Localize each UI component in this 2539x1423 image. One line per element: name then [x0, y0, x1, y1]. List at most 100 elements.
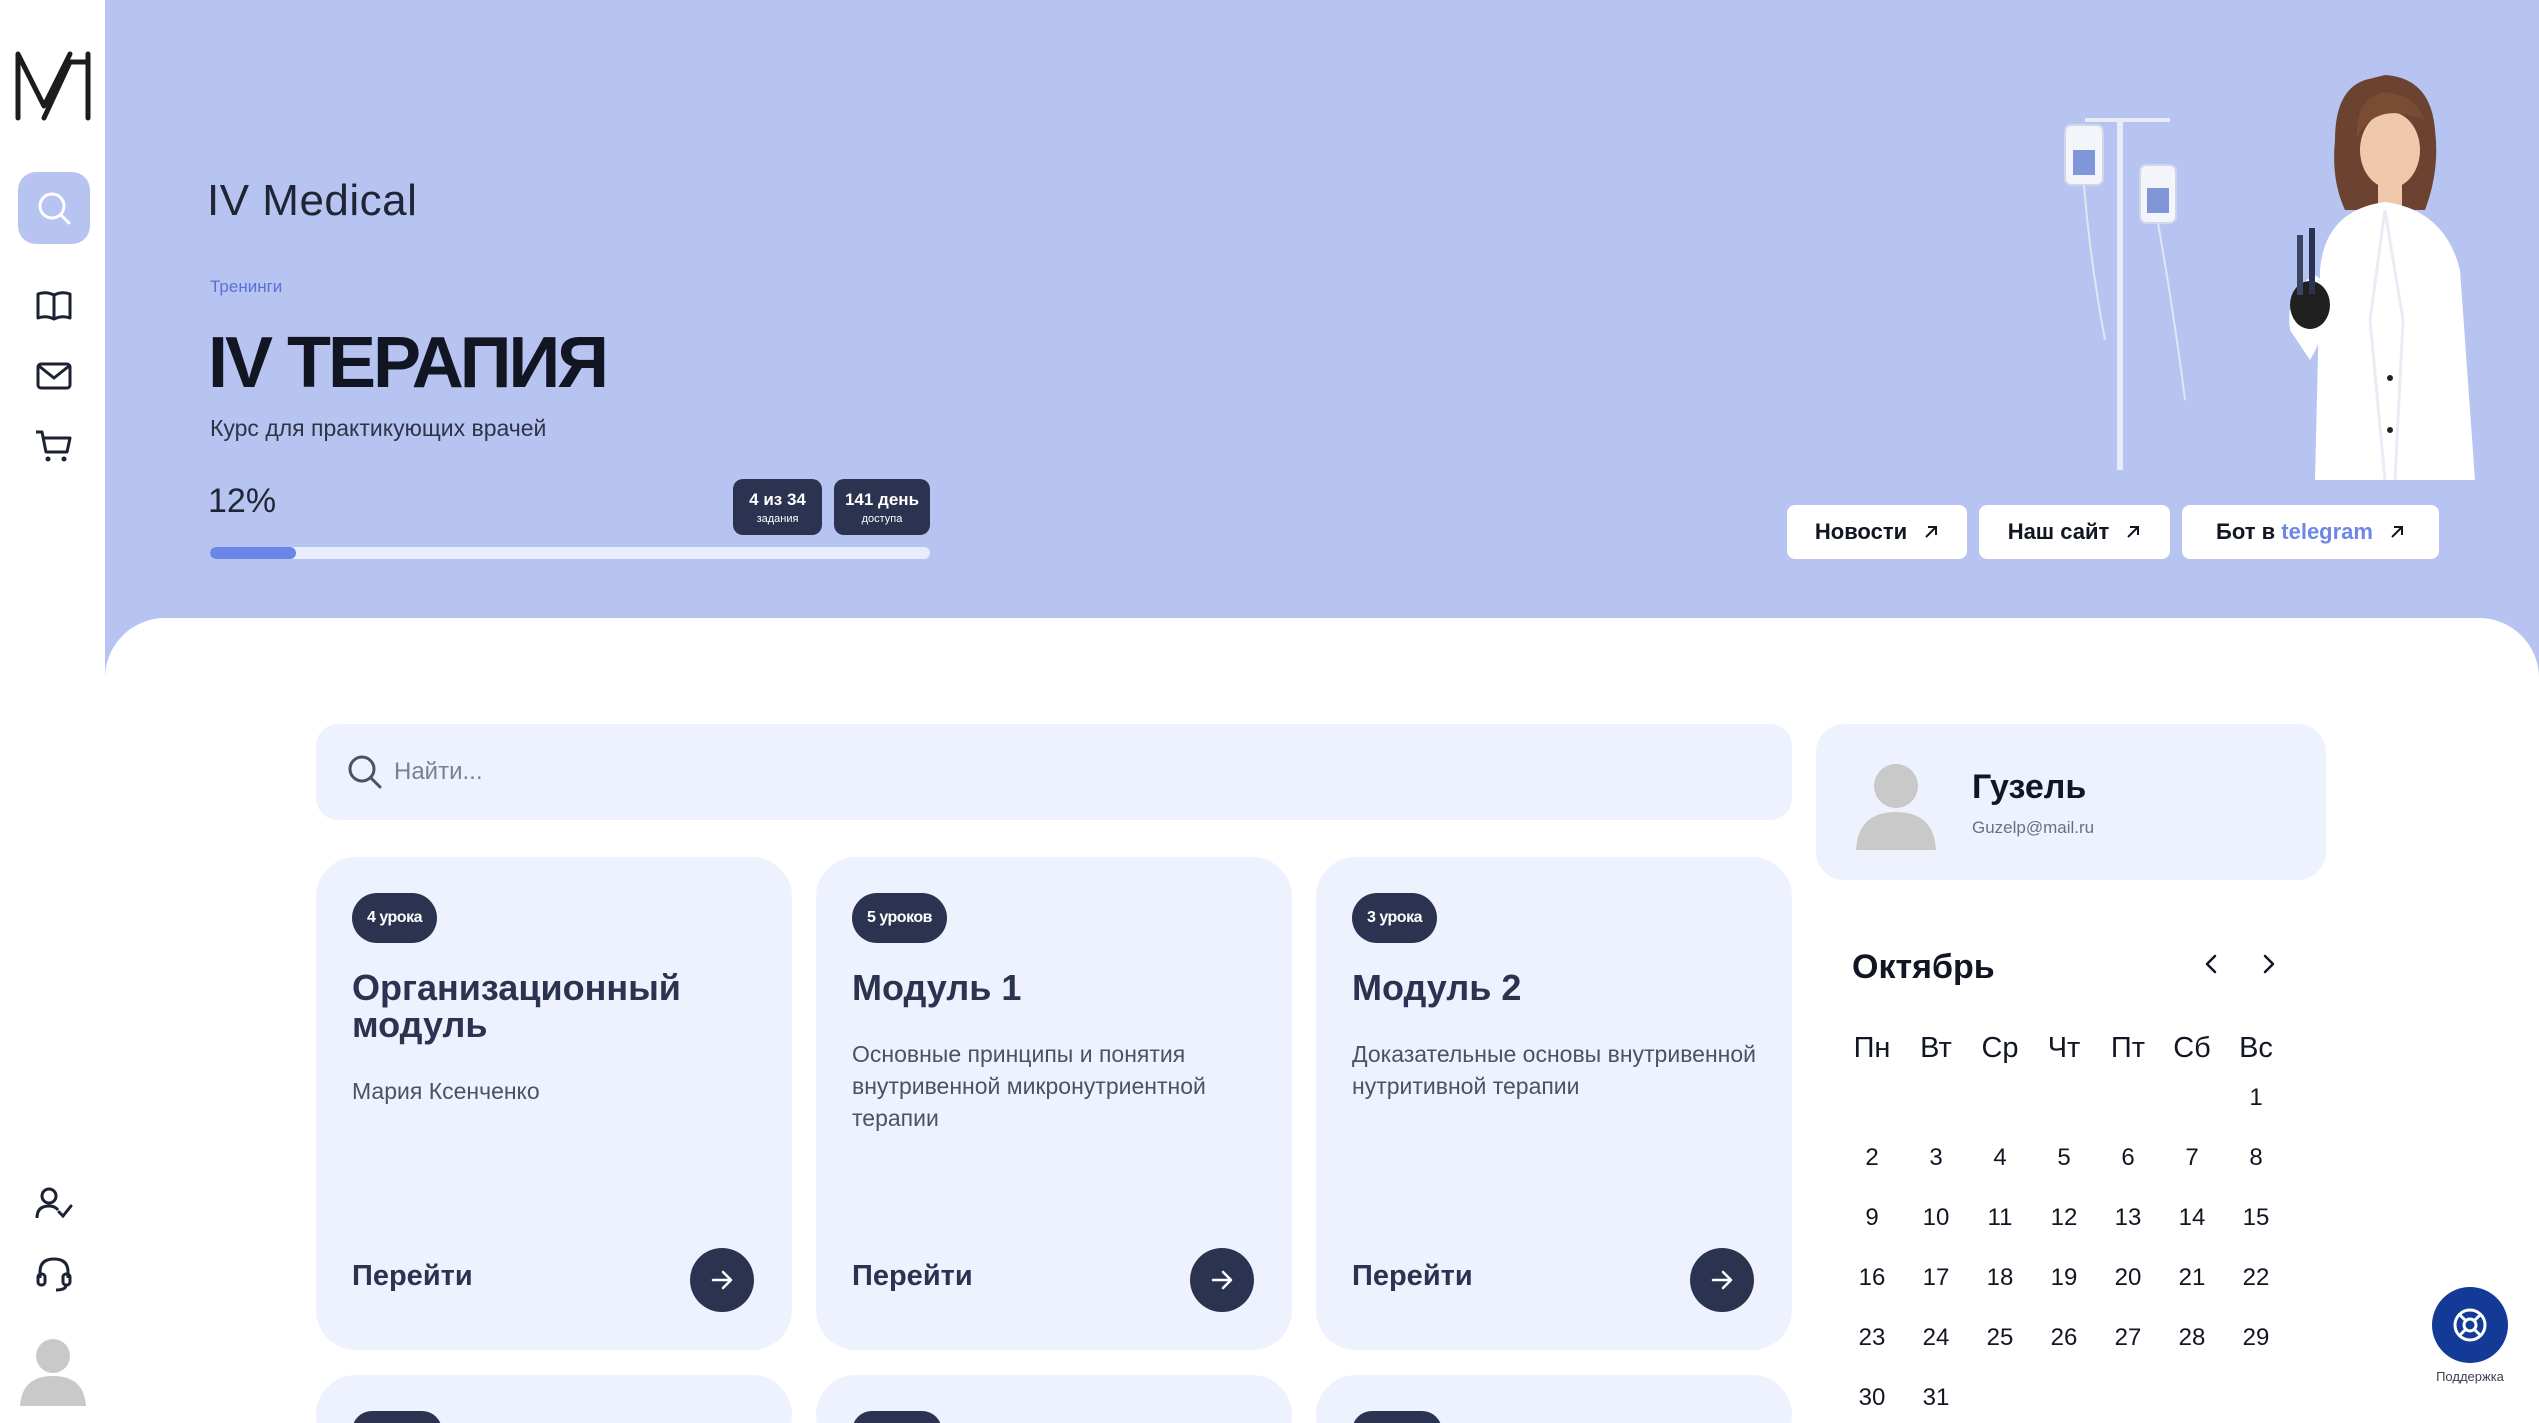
telegram-bot-label: Бот в telegram [2216, 519, 2373, 545]
calendar-empty-cell [1968, 1078, 2032, 1138]
search-icon [38, 192, 71, 225]
news-link[interactable]: Новости [1787, 505, 1967, 559]
module-card-partial[interactable] [316, 1375, 792, 1423]
module-card[interactable]: 4 урока Организационный модуль Мария Ксе… [316, 857, 792, 1350]
calendar-day[interactable]: 12 [2032, 1198, 2096, 1258]
calendar-day[interactable]: 18 [1968, 1258, 2032, 1318]
brand-title: IV Medical [207, 176, 418, 225]
calendar-empty-cell [1904, 1078, 1968, 1138]
calendar-day[interactable]: 1 [2224, 1078, 2288, 1138]
sidebar-item-support[interactable] [18, 1238, 90, 1310]
calendar-day[interactable]: 19 [2032, 1258, 2096, 1318]
sidebar-item-search[interactable] [18, 172, 90, 244]
calendar-day[interactable]: 3 [1904, 1138, 1968, 1198]
calendar-grid: Пн Вт Ср Чт Пт Сб Вс 1 2 3 4 5 6 7 8 9 10 11 12 13 14 15 16 17 1… [1840, 1032, 2288, 1423]
tasks-caption: задания [756, 512, 799, 525]
calendar-day[interactable]: 11 [1968, 1198, 2032, 1258]
calendar-day[interactable]: 14 [2160, 1198, 2224, 1258]
calendar-day[interactable]: 31 [1904, 1378, 1968, 1423]
calendar-day[interactable]: 25 [1968, 1318, 2032, 1378]
sidebar-item-courses[interactable] [18, 270, 90, 342]
tasks-badge: 4 из 34 задания [733, 479, 822, 535]
module-card[interactable]: 3 урока Модуль 2 Доказательные основы вн… [1316, 857, 1792, 1350]
calendar-day[interactable]: 10 [1904, 1198, 1968, 1258]
calendar-day[interactable]: 15 [2224, 1198, 2288, 1258]
calendar-day[interactable]: 9 [1840, 1198, 1904, 1258]
module-title: Организационный модуль [352, 967, 681, 1045]
calendar-day[interactable]: 6 [2096, 1138, 2160, 1198]
arrow-up-right-icon [1925, 526, 1938, 538]
lessons-badge: 5 уроков [852, 893, 947, 943]
website-link-label: Наш сайт [2007, 519, 2110, 544]
calendar-weekday: Чт [2047, 1032, 2081, 1064]
access-days: 141 день [844, 489, 920, 509]
module-card-partial[interactable] [816, 1375, 1292, 1423]
cart-icon [36, 430, 72, 462]
module-open-label[interactable]: Перейти [852, 1260, 973, 1293]
module-open-button[interactable] [1690, 1248, 1754, 1312]
calendar-day[interactable]: 2 [1840, 1138, 1904, 1198]
sidebar-item-profile[interactable] [18, 1168, 90, 1240]
avatar[interactable] [18, 1334, 88, 1406]
lessons-badge [852, 1411, 942, 1423]
calendar-day[interactable]: 29 [2224, 1318, 2288, 1378]
module-card-partial[interactable] [1316, 1375, 1792, 1423]
module-open-label[interactable]: Перейти [1352, 1260, 1473, 1293]
arrow-right-icon [1711, 1270, 1733, 1290]
module-open-button[interactable] [1190, 1248, 1254, 1312]
calendar-next-button[interactable] [2248, 944, 2288, 984]
calendar-prev-button[interactable] [2192, 944, 2232, 984]
lessons-badge: 4 урока [352, 893, 437, 943]
calendar-day[interactable]: 4 [1968, 1138, 2032, 1198]
calendar-day[interactable]: 17 [1904, 1258, 1968, 1318]
calendar-day[interactable]: 5 [2032, 1138, 2096, 1198]
calendar-day[interactable]: 26 [2032, 1318, 2096, 1378]
telegram-bot-prefix: Бот в [2216, 519, 2276, 544]
calendar-day[interactable]: 7 [2160, 1138, 2224, 1198]
calendar-weekday: Пн [1853, 1032, 1891, 1064]
profile-email: Guzelp@mail.ru [1972, 818, 2095, 837]
calendar-day[interactable]: 21 [2160, 1258, 2224, 1318]
calendar-day[interactable]: 16 [1840, 1258, 1904, 1318]
profile-avatar [1856, 764, 1936, 850]
access-caption: доступа [861, 512, 903, 525]
support-button[interactable] [2432, 1287, 2508, 1363]
website-link[interactable]: Наш сайт [1979, 505, 2170, 559]
arrow-up-right-icon [2127, 526, 2140, 538]
calendar-day[interactable]: 8 [2224, 1138, 2288, 1198]
calendar-day[interactable]: 20 [2096, 1258, 2160, 1318]
sidebar-item-cart[interactable] [18, 410, 90, 482]
progress-bar-fill [210, 547, 297, 559]
module-card[interactable]: 5 уроков Модуль 1 Основные принципы и по… [816, 857, 1292, 1350]
page-title: IV ТЕРАПИЯ [208, 323, 609, 403]
lessons-badge [1352, 1411, 1442, 1423]
calendar-day[interactable]: 23 [1840, 1318, 1904, 1378]
chevron-right-icon [2263, 954, 2275, 974]
calendar-day[interactable]: 30 [1840, 1378, 1904, 1423]
search-bar[interactable] [316, 724, 1792, 820]
calendar-day[interactable]: 13 [2096, 1198, 2160, 1258]
search-input[interactable] [394, 748, 1694, 796]
calendar-weekday: Ср [1981, 1032, 2019, 1064]
sidebar-item-messages[interactable] [18, 340, 90, 412]
headset-icon [36, 1257, 72, 1292]
lessons-badge [352, 1411, 442, 1423]
profile-card[interactable]: Гузель Guzelp@mail.ru [1816, 724, 2326, 880]
breadcrumb[interactable]: Тренинги [210, 277, 282, 297]
calendar-day[interactable]: 22 [2224, 1258, 2288, 1318]
module-open-button[interactable] [690, 1248, 754, 1312]
calendar-day[interactable]: 24 [1904, 1318, 1968, 1378]
mail-icon [36, 362, 72, 390]
telegram-bot-link[interactable]: Бот в telegram [2182, 505, 2439, 559]
calendar-weekday: Пт [2110, 1032, 2146, 1064]
module-open-label[interactable]: Перейти [352, 1260, 473, 1293]
calendar-day[interactable]: 27 [2096, 1318, 2160, 1378]
progress-percent: 12% [208, 482, 277, 520]
course-subtitle: Курс для практикующих врачей [210, 415, 547, 441]
logo-icon[interactable] [14, 48, 92, 122]
arrow-right-icon [711, 1270, 733, 1290]
tasks-count: 4 из 34 [749, 489, 806, 509]
progress-bar [210, 547, 930, 559]
calendar-day[interactable]: 28 [2160, 1318, 2224, 1378]
arrow-up-right-icon [2391, 526, 2403, 538]
